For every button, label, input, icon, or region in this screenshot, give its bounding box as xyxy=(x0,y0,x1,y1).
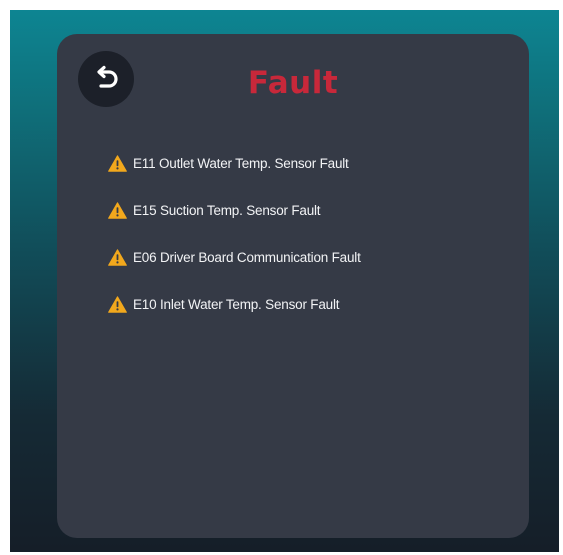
warning-triangle-icon xyxy=(108,249,127,266)
page-title: Fault xyxy=(247,65,339,101)
screen-background: Fault E11 Outlet Water Temp. Sensor Faul… xyxy=(10,10,559,552)
fault-item: E10 Inlet Water Temp. Sensor Fault xyxy=(108,281,361,328)
fault-text: E15 Suction Temp. Sensor Fault xyxy=(133,203,321,218)
fault-item: E11 Outlet Water Temp. Sensor Fault xyxy=(108,140,361,187)
warning-triangle-icon xyxy=(108,296,127,313)
fault-item: E06 Driver Board Communication Fault xyxy=(108,234,361,281)
warning-triangle-icon xyxy=(108,155,127,172)
warning-triangle-icon xyxy=(108,202,127,219)
fault-list: E11 Outlet Water Temp. Sensor Fault E15 … xyxy=(108,140,361,328)
fault-item: E15 Suction Temp. Sensor Fault xyxy=(108,187,361,234)
fault-text: E10 Inlet Water Temp. Sensor Fault xyxy=(133,297,340,312)
fault-panel: Fault E11 Outlet Water Temp. Sensor Faul… xyxy=(57,34,529,538)
fault-text: E06 Driver Board Communication Fault xyxy=(133,250,361,265)
fault-text: E11 Outlet Water Temp. Sensor Fault xyxy=(133,156,349,171)
